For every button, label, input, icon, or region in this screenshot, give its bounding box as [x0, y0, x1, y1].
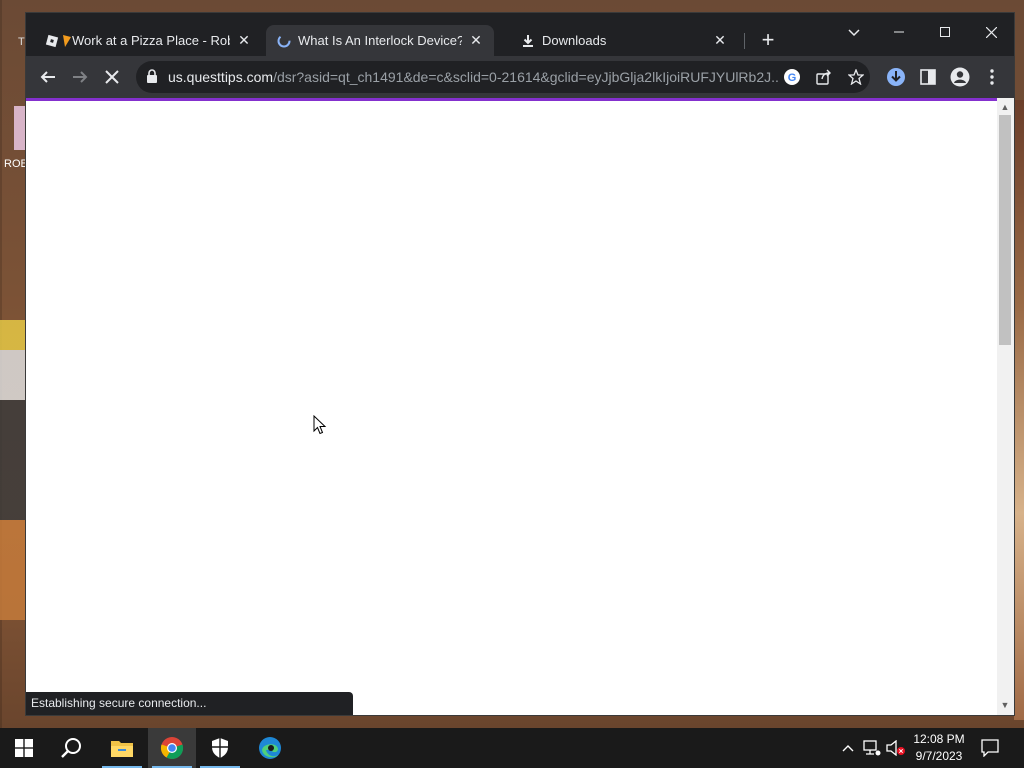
- close-icon: [985, 26, 997, 38]
- shield-icon: [212, 738, 228, 758]
- close-icon[interactable]: ✕: [712, 32, 728, 49]
- maximize-icon: [940, 27, 950, 37]
- downloads-button[interactable]: [882, 63, 910, 91]
- taskbar: 12:08 PM 9/7/2023: [0, 728, 1024, 768]
- desktop-shortcut-label: ROB: [4, 158, 28, 170]
- chevron-up-icon: [842, 745, 854, 752]
- page-content[interactable]: [26, 101, 997, 715]
- chrome-window: Work at a Pizza Place - Roblox ✕ What Is…: [26, 13, 1014, 715]
- chrome-icon: [160, 737, 184, 760]
- window-close-button[interactable]: [968, 17, 1014, 47]
- mouse-cursor-icon: [313, 414, 327, 440]
- close-icon: [105, 70, 119, 84]
- tab-title: Work at a Pizza Place - Roblox: [72, 33, 230, 48]
- maximize-button[interactable]: [922, 17, 968, 47]
- folder-icon: [111, 741, 133, 757]
- minimize-icon: [894, 31, 904, 33]
- bookmark-button[interactable]: [844, 65, 868, 89]
- url-path: /dsr?asid=qt_ch1491&de=c&sclid=0-21614&g…: [273, 69, 778, 85]
- side-panel-icon: [920, 69, 936, 85]
- download-icon: [520, 33, 536, 49]
- url-text[interactable]: us.questtips.com/dsr?asid=qt_ch1491&de=c…: [168, 69, 778, 85]
- network-icon: [863, 740, 881, 756]
- tab-title: What Is An Interlock Device? - U: [298, 33, 462, 48]
- show-hidden-icons-button[interactable]: [838, 738, 858, 758]
- edge-icon: [259, 737, 281, 759]
- tab-separator: [744, 33, 745, 49]
- tab-downloads[interactable]: Downloads ✕: [510, 25, 738, 56]
- arrow-right-icon: [73, 71, 88, 83]
- desktop-shortcut-icon[interactable]: [14, 106, 26, 150]
- edge-button[interactable]: [246, 728, 294, 768]
- action-center-button[interactable]: [980, 738, 1000, 758]
- svg-text:G: G: [788, 72, 797, 84]
- minimize-button[interactable]: [876, 17, 922, 47]
- address-bar[interactable]: us.questtips.com/dsr?asid=qt_ch1491&de=c…: [136, 61, 870, 93]
- star-icon: [848, 69, 864, 85]
- scroll-thumb[interactable]: [999, 115, 1011, 345]
- clock-time: 12:08 PM: [913, 732, 965, 746]
- tab-title: Downloads: [542, 33, 607, 48]
- url-host: us.questtips.com: [168, 69, 274, 85]
- browser-toolbar: us.questtips.com/dsr?asid=qt_ch1491&de=c…: [26, 56, 1014, 98]
- google-lens-button[interactable]: G: [780, 65, 804, 89]
- network-button[interactable]: [862, 738, 882, 758]
- arrow-left-icon: [40, 71, 55, 83]
- share-button[interactable]: [812, 65, 836, 89]
- pizza-icon: [62, 33, 72, 49]
- taskbar-clock[interactable]: 12:08 PM 9/7/2023: [906, 731, 972, 765]
- forward-button[interactable]: [66, 63, 94, 91]
- google-icon: G: [784, 69, 800, 85]
- profile-button[interactable]: [946, 63, 974, 91]
- clock-date: 9/7/2023: [915, 749, 963, 763]
- roblox-icon: [44, 33, 60, 49]
- more-vert-icon: [990, 69, 994, 85]
- share-icon: [816, 69, 831, 85]
- tab-interlock[interactable]: What Is An Interlock Device? - U ✕: [266, 25, 494, 56]
- tab-strip: Work at a Pizza Place - Roblox ✕ What Is…: [26, 13, 1014, 56]
- security-button[interactable]: [196, 728, 244, 768]
- tab-search-button[interactable]: [842, 21, 866, 45]
- download-circle-icon: [887, 68, 905, 86]
- chrome-taskbar-button[interactable]: [148, 728, 196, 768]
- search-icon: [61, 738, 81, 758]
- avatar-icon: [950, 67, 970, 87]
- close-icon[interactable]: ✕: [468, 32, 484, 49]
- tab-roblox[interactable]: Work at a Pizza Place - Roblox ✕: [34, 25, 262, 56]
- close-icon[interactable]: ✕: [236, 32, 252, 49]
- chevron-down-icon: [848, 29, 860, 37]
- speaker-muted-icon: [886, 740, 905, 756]
- file-explorer-button[interactable]: [98, 728, 146, 768]
- scroll-up-arrow[interactable]: ▲: [999, 101, 1011, 113]
- game-character: [0, 320, 26, 620]
- search-button[interactable]: [48, 728, 96, 768]
- stop-loading-button[interactable]: [98, 63, 126, 91]
- side-panel-button[interactable]: [914, 63, 942, 91]
- start-button[interactable]: [0, 728, 48, 768]
- back-button[interactable]: [34, 63, 62, 91]
- notification-icon: [981, 739, 999, 757]
- menu-button[interactable]: [978, 63, 1006, 91]
- new-tab-button[interactable]: +: [756, 29, 780, 53]
- game-scenery: [1014, 100, 1024, 720]
- lock-icon[interactable]: [146, 69, 158, 88]
- desktop-glyph: T: [18, 36, 25, 48]
- volume-button[interactable]: [886, 738, 906, 758]
- scroll-down-arrow[interactable]: ▼: [999, 699, 1011, 711]
- windows-icon: [15, 739, 33, 757]
- loading-spinner-icon: [276, 33, 292, 49]
- status-bubble: Establishing secure connection...: [26, 692, 353, 715]
